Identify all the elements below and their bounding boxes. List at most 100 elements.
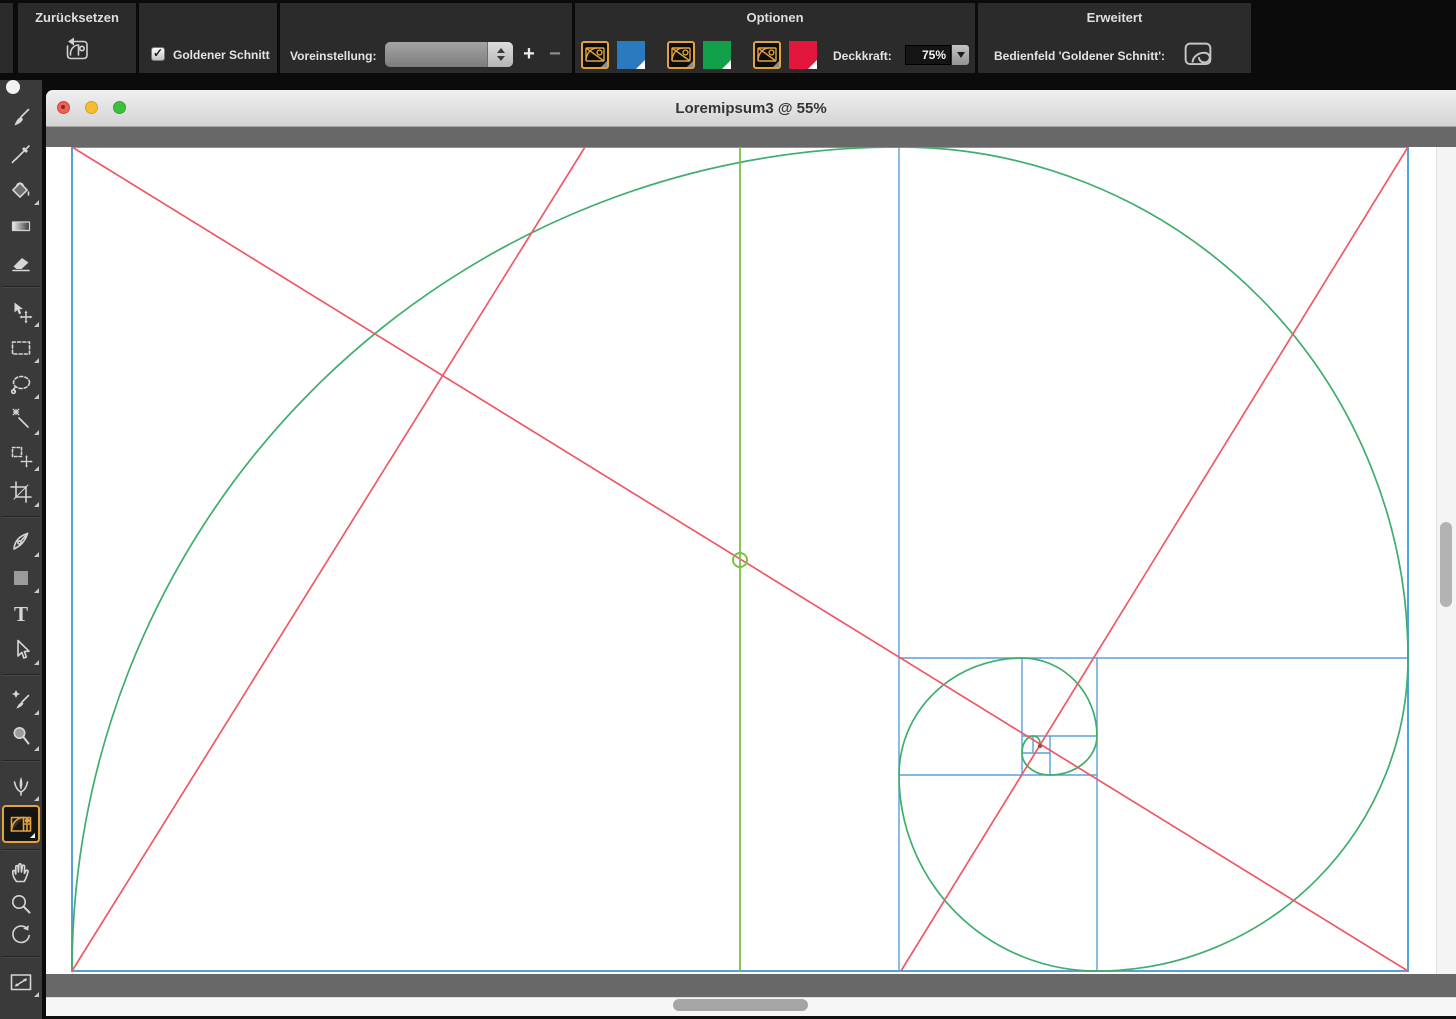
tool-golden-spiral-active[interactable] — [2, 805, 40, 843]
tool-slice-move[interactable] — [0, 438, 42, 474]
swatch-blue[interactable] — [617, 41, 645, 69]
overlay-style-button-1[interactable] — [581, 41, 609, 69]
tool-hand[interactable] — [0, 857, 42, 888]
flyout-triangle-icon — [34, 466, 39, 471]
rotate-view-icon — [12, 924, 30, 943]
window-titlebar[interactable]: Loremipsum3 @ 55% — [46, 90, 1456, 127]
tool-groups: T — [0, 100, 42, 1000]
overlay-style-button-2[interactable] — [667, 41, 695, 69]
horizontal-scrollbar-thumb[interactable] — [673, 999, 808, 1011]
section-preset: Voreinstellung: + − — [280, 3, 572, 73]
preset-remove-button[interactable]: − — [544, 41, 566, 67]
brush-icon — [14, 108, 30, 126]
tool-eyedropper[interactable] — [0, 136, 42, 172]
tool-eraser[interactable] — [0, 244, 42, 280]
tool-lasso[interactable] — [0, 366, 42, 402]
section-reset-header: Zurücksetzen — [35, 10, 119, 25]
opacity-label: Deckkraft: — [833, 49, 892, 63]
tool-blur[interactable] — [0, 718, 42, 754]
tool-group — [0, 964, 42, 1000]
flyout-triangle-icon — [34, 394, 39, 399]
marquee-icon — [11, 341, 31, 355]
tool-group — [0, 768, 42, 843]
flyout-triangle-icon — [34, 746, 39, 751]
reset-overlay-button[interactable] — [61, 35, 93, 65]
tool-group — [0, 294, 42, 510]
options-bar: Zurücksetzen Goldener Schnitt Voreinstel… — [0, 0, 1456, 73]
section-options-header: Optionen — [746, 10, 804, 25]
flyout-triangle-icon — [34, 992, 39, 997]
tool-type[interactable]: T — [0, 596, 42, 632]
options-bar-edge — [0, 3, 13, 73]
shape-icon — [14, 571, 28, 585]
toolbar-divider — [2, 760, 40, 762]
tool-shape[interactable] — [0, 560, 42, 596]
swatch-green[interactable] — [703, 41, 731, 69]
opacity-value-field[interactable]: 75% — [905, 45, 951, 65]
options-row: Deckkraft: 75% — [575, 41, 975, 69]
flyout-triangle-icon — [34, 502, 39, 507]
tool-crop[interactable] — [0, 474, 42, 510]
document-canvas[interactable] — [46, 147, 1436, 974]
tool-move[interactable] — [0, 294, 42, 330]
gradient-icon — [11, 221, 31, 232]
preset-add-button[interactable]: + — [518, 41, 540, 67]
paint-bucket-icon — [12, 182, 30, 198]
flyout-triangle-icon — [34, 552, 39, 557]
tool-healing-brush[interactable] — [0, 682, 42, 718]
tool-group — [0, 857, 42, 950]
tool-mixer-brush[interactable] — [0, 768, 42, 804]
section-advanced: Erweitert Bedienfeld 'Goldener Schnitt': — [978, 3, 1251, 73]
flyout-triangle-icon — [34, 200, 39, 205]
section-advanced-header: Erweitert — [1086, 10, 1143, 25]
swatch-red[interactable] — [789, 41, 817, 69]
lasso-icon — [10, 375, 31, 395]
flyout-triangle-icon — [34, 710, 39, 715]
hand-icon — [11, 862, 29, 882]
golden-section-checkbox[interactable] — [151, 46, 165, 61]
svg-text:T: T — [14, 602, 28, 626]
tool-group — [0, 682, 42, 754]
section-reset: Zurücksetzen — [18, 3, 136, 73]
flyout-triangle-icon — [34, 430, 39, 435]
pasteboard-bottom — [46, 974, 1456, 997]
preset-select[interactable] — [385, 42, 513, 67]
window-title: Loremipsum3 @ 55% — [675, 100, 827, 117]
eraser-icon — [12, 258, 30, 272]
tool-pen[interactable] — [0, 524, 42, 560]
toolbar-divider — [2, 674, 40, 676]
toolbar-divider — [2, 516, 40, 518]
opacity-dropdown-button[interactable] — [952, 45, 969, 65]
flyout-triangle-icon — [34, 796, 39, 801]
chevron-down-icon — [496, 56, 505, 61]
preset-select-stepper[interactable] — [487, 42, 513, 67]
panel-knob[interactable] — [6, 80, 20, 94]
vertical-scrollbar-thumb[interactable] — [1440, 522, 1452, 607]
chevron-up-icon — [496, 48, 505, 53]
panel-label: Bedienfeld 'Goldener Schnitt': — [994, 49, 1166, 63]
tool-marquee[interactable] — [0, 330, 42, 366]
toolbar-divider — [2, 849, 40, 851]
type-icon: T — [14, 602, 28, 626]
flyout-triangle-icon — [34, 660, 39, 665]
tool-group: T — [0, 524, 42, 668]
eyedropper-icon — [11, 145, 30, 164]
toolbar-divider — [2, 956, 40, 958]
tool-magic-wand[interactable] — [0, 402, 42, 438]
tool-rotate-view[interactable] — [0, 919, 42, 950]
overlay-style-button-3[interactable] — [753, 41, 781, 69]
tool-gradient[interactable] — [0, 208, 42, 244]
tool-paint-bucket[interactable] — [0, 172, 42, 208]
tool-zoom[interactable] — [0, 888, 42, 919]
preset-select-value — [385, 42, 487, 67]
flyout-triangle-icon — [34, 322, 39, 327]
blur-icon — [13, 727, 30, 745]
tool-brush[interactable] — [0, 100, 42, 136]
tool-fullscreen[interactable] — [0, 964, 42, 1000]
toolbar-divider — [2, 286, 40, 288]
tool-direct-select[interactable] — [0, 632, 42, 668]
triangle-down-icon — [956, 52, 965, 58]
open-panel-button[interactable] — [1184, 42, 1212, 66]
pen-icon — [13, 532, 29, 550]
document-window: Loremipsum3 @ 55% — [46, 90, 1456, 1019]
